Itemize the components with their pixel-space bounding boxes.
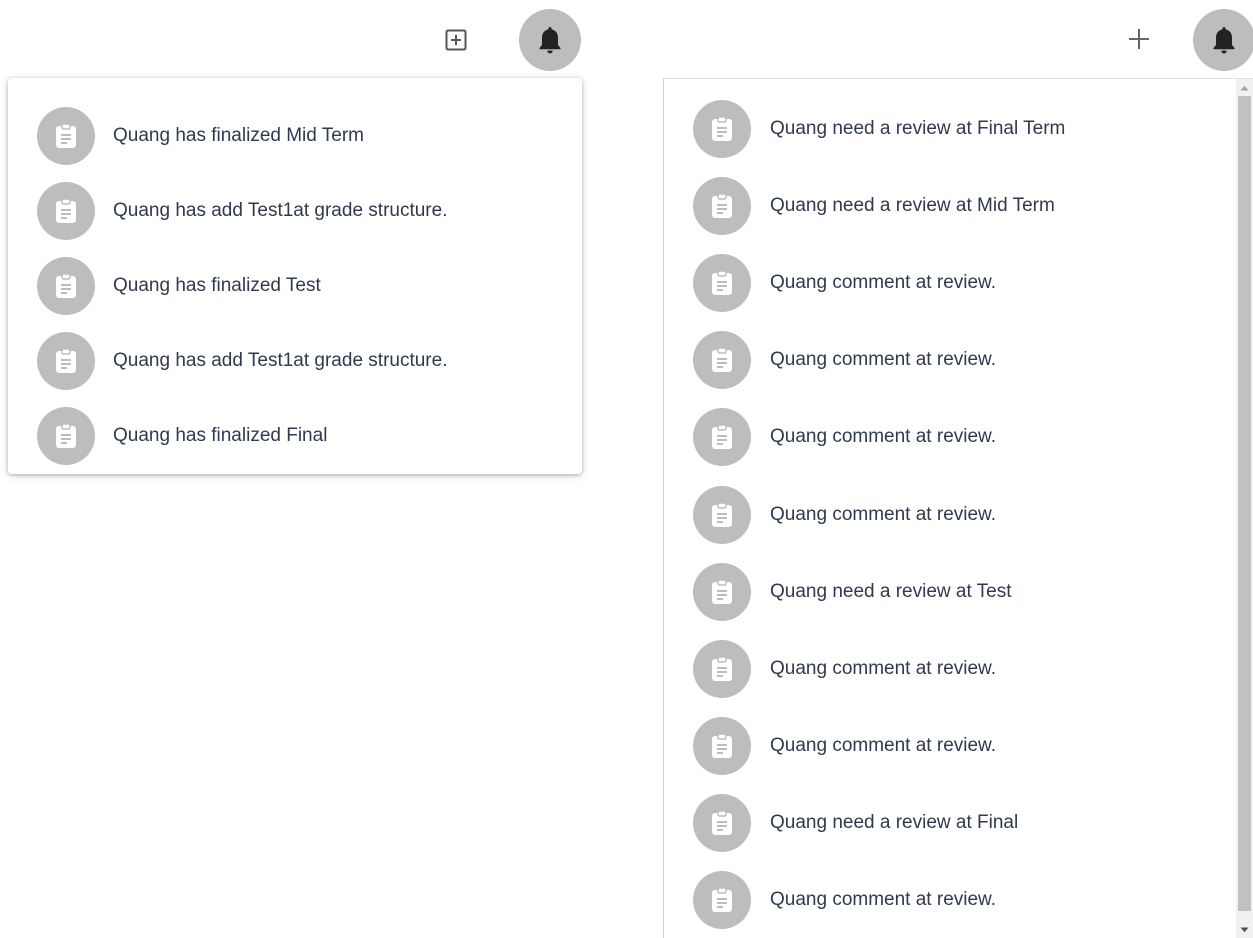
- bell-icon: [1211, 25, 1237, 55]
- notification-text: Quang has add Test1at grade structure.: [113, 199, 448, 221]
- notification-item[interactable]: Quang comment at review.: [664, 244, 1253, 321]
- notification-item[interactable]: Quang need a review at Test: [664, 553, 1253, 630]
- notification-text: Quang comment at review.: [770, 889, 996, 911]
- clipboard-icon: [37, 106, 95, 165]
- notifications-list-right[interactable]: Quang need a review at Final Term Quang …: [663, 78, 1253, 938]
- notifications-bell-button-right[interactable]: [1193, 9, 1253, 71]
- notification-item[interactable]: Quang comment at review.: [664, 399, 1253, 476]
- scrollbar-thumb[interactable]: [1238, 96, 1251, 911]
- notification-item[interactable]: Quang need a review at Mid Term: [664, 167, 1253, 244]
- notification-text: Quang has finalized Test: [113, 274, 321, 296]
- notification-item[interactable]: Quang comment at review.: [664, 476, 1253, 553]
- clipboard-icon: [37, 406, 95, 465]
- notifications-dropdown-left: Quang has finalized Mid Term Quang has a…: [8, 78, 582, 474]
- clipboard-icon: [693, 639, 751, 698]
- notification-text: Quang comment at review.: [770, 503, 996, 525]
- clipboard-icon: [693, 253, 751, 312]
- clipboard-icon: [693, 562, 751, 621]
- clipboard-icon: [693, 794, 751, 853]
- notification-text: Quang has finalized Mid Term: [113, 124, 364, 146]
- notification-item[interactable]: Quang comment at review.: [664, 322, 1253, 399]
- notification-item[interactable]: Quang comment at review.: [664, 862, 1253, 938]
- notification-text: Quang need a review at Mid Term: [770, 194, 1055, 216]
- notification-text: Quang comment at review.: [770, 735, 996, 757]
- notification-text: Quang has add Test1at grade structure.: [113, 349, 448, 371]
- plus-icon[interactable]: [1124, 24, 1154, 54]
- scroll-down-arrow-icon[interactable]: [1236, 921, 1253, 938]
- notification-text: Quang comment at review.: [770, 271, 996, 293]
- clipboard-icon: [693, 331, 751, 390]
- notification-item[interactable]: Quang comment at review.: [664, 708, 1253, 785]
- notification-text: Quang need a review at Test: [770, 580, 1012, 602]
- notification-text: Quang comment at review.: [770, 657, 996, 679]
- notification-item[interactable]: Quang has finalized Test: [8, 248, 582, 323]
- bell-icon: [537, 25, 563, 55]
- clipboard-icon: [37, 331, 95, 390]
- notification-item[interactable]: Quang need a review at Final Term: [664, 90, 1253, 167]
- notification-item[interactable]: Quang has finalized Mid Term: [8, 98, 582, 173]
- notification-item[interactable]: Quang has add Test1at grade structure.: [8, 173, 582, 248]
- notification-item[interactable]: Quang has finalized Final: [8, 398, 582, 473]
- clipboard-icon: [693, 871, 751, 930]
- clipboard-icon: [693, 408, 751, 467]
- notification-text: Quang need a review at Final: [770, 812, 1019, 834]
- clipboard-icon: [37, 181, 95, 240]
- clipboard-icon: [37, 256, 95, 315]
- clipboard-icon: [693, 485, 751, 544]
- add-box-icon[interactable]: [443, 27, 469, 53]
- notification-item[interactable]: Quang need a review at Final: [664, 785, 1253, 862]
- notification-text: Quang has finalized Final: [113, 424, 328, 446]
- clipboard-icon: [693, 717, 751, 776]
- notifications-bell-button[interactable]: [519, 9, 581, 71]
- notification-text: Quang need a review at Final Term: [770, 117, 1066, 139]
- notification-text: Quang comment at review.: [770, 349, 996, 371]
- clipboard-icon: [693, 176, 751, 235]
- notification-item[interactable]: Quang has add Test1at grade structure.: [8, 323, 582, 398]
- notification-text: Quang comment at review.: [770, 426, 996, 448]
- clipboard-icon: [693, 99, 751, 158]
- notifications-screen: Quang has finalized Mid Term Quang has a…: [0, 0, 1253, 938]
- scroll-up-arrow-icon[interactable]: [1236, 79, 1253, 96]
- vertical-scrollbar[interactable]: [1236, 79, 1253, 938]
- notification-item[interactable]: Quang comment at review.: [664, 630, 1253, 707]
